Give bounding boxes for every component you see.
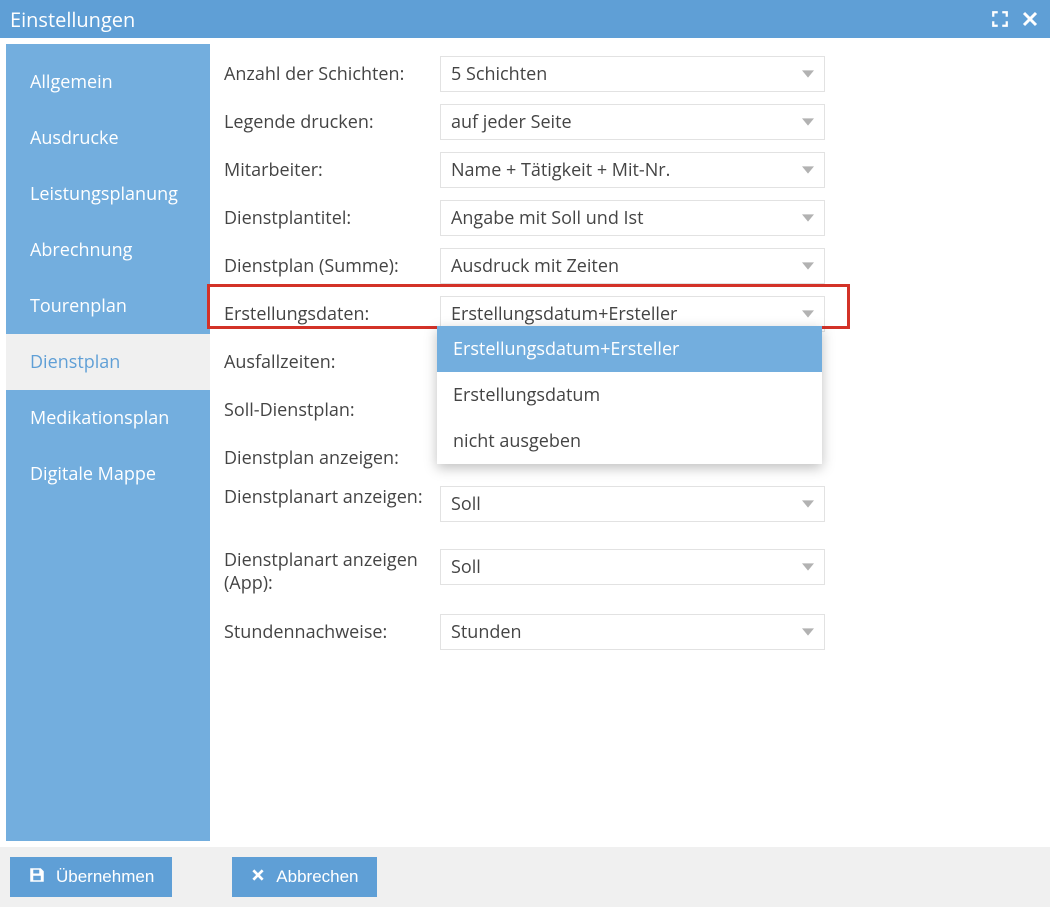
row-dienstplanart-anzeigen-app: Dienstplanart anzeigen (App): Soll — [220, 545, 1034, 608]
chevron-down-icon — [802, 492, 814, 516]
close-icon[interactable] — [1020, 9, 1040, 29]
dropdown-item-label: Erstellungsdatum — [453, 383, 600, 407]
sidebar-item-label: Dienstplan — [30, 350, 120, 374]
dropdown-item[interactable]: nicht ausgeben — [437, 418, 822, 464]
row-mitarbeiter: Mitarbeiter: Name + Tätigkeit + Mit-Nr. — [220, 146, 1034, 194]
row-dienstplantitel: Dienstplantitel: Angabe mit Soll und Ist — [220, 194, 1034, 242]
select-anzahl-schichten[interactable]: 5 Schichten — [440, 56, 825, 92]
sidebar: Allgemein Ausdrucke Leistungsplanung Abr… — [6, 44, 210, 841]
select-value: Soll — [451, 492, 481, 516]
sidebar-item-label: Digitale Mappe — [30, 462, 156, 486]
dropdown-item-label: nicht ausgeben — [453, 429, 581, 453]
cancel-button[interactable]: Abbrechen — [232, 857, 376, 897]
label-anzahl-schichten: Anzahl der Schichten: — [220, 62, 440, 86]
sidebar-item-label: Abrechnung — [30, 238, 132, 262]
save-icon — [28, 866, 46, 889]
select-mitarbeiter[interactable]: Name + Tätigkeit + Mit-Nr. — [440, 152, 825, 188]
select-dienstplantitel[interactable]: Angabe mit Soll und Ist — [440, 200, 825, 236]
label-soll-dienstplan: Soll-Dienstplan: — [220, 398, 440, 422]
select-dienstplan-summe[interactable]: Ausdruck mit Zeiten — [440, 248, 825, 284]
sidebar-item-medikationsplan[interactable]: Medikationsplan — [6, 390, 210, 446]
maximize-icon[interactable] — [990, 9, 1010, 29]
sidebar-item-label: Tourenplan — [30, 294, 127, 318]
label-mitarbeiter: Mitarbeiter: — [220, 158, 440, 182]
chevron-down-icon — [802, 158, 814, 182]
row-dienstplanart-anzeigen: Dienstplanart anzeigen: Soll — [220, 482, 1034, 545]
select-dienstplanart-anzeigen[interactable]: Soll — [440, 486, 825, 522]
label-ausfallzeiten: Ausfallzeiten: — [220, 350, 440, 374]
cancel-button-label: Abbrechen — [276, 867, 358, 887]
chevron-down-icon — [802, 62, 814, 86]
row-stundennachweise: Stundennachweise: Stunden — [220, 608, 1034, 656]
apply-button[interactable]: Übernehmen — [10, 857, 172, 897]
select-stundennachweise[interactable]: Stunden — [440, 614, 825, 650]
settings-window: Einstellungen Allgemein Ausdrucke Leistu… — [0, 0, 1050, 907]
sidebar-item-label: Medikationsplan — [30, 406, 169, 430]
label-dienstplanart-anzeigen-app: Dienstplanart anzeigen (App): — [220, 549, 440, 596]
footer: Übernehmen Abbrechen — [0, 847, 1050, 907]
row-anzahl-schichten: Anzahl der Schichten: 5 Schichten — [220, 50, 1034, 98]
sidebar-item-ausdrucke[interactable]: Ausdrucke — [6, 110, 210, 166]
sidebar-item-leistungsplanung[interactable]: Leistungsplanung — [6, 166, 210, 222]
body-area: Allgemein Ausdrucke Leistungsplanung Abr… — [0, 38, 1050, 847]
select-value: Stunden — [451, 620, 522, 644]
sidebar-item-dienstplan[interactable]: Dienstplan — [6, 334, 210, 390]
sidebar-item-label: Allgemein — [30, 70, 113, 94]
window-title: Einstellungen — [10, 6, 980, 33]
select-value: Angabe mit Soll und Ist — [451, 206, 644, 230]
row-dienstplan-summe: Dienstplan (Summe): Ausdruck mit Zeiten — [220, 242, 1034, 290]
dropdown-item-label: Erstellungsdatum+Ersteller — [453, 337, 679, 361]
sidebar-item-tourenplan[interactable]: Tourenplan — [6, 278, 210, 334]
cancel-icon — [250, 867, 266, 888]
chevron-down-icon — [802, 555, 814, 579]
sidebar-item-label: Ausdrucke — [30, 126, 119, 150]
dropdown-erstellungsdaten: Erstellungsdatum+Ersteller Erstellungsda… — [437, 326, 822, 464]
select-value: Ausdruck mit Zeiten — [451, 254, 619, 278]
sidebar-item-label: Leistungsplanung — [30, 182, 178, 206]
label-legende-drucken: Legende drucken: — [220, 110, 440, 134]
chevron-down-icon — [802, 302, 814, 326]
sidebar-item-digitale-mappe[interactable]: Digitale Mappe — [6, 446, 210, 502]
label-dienstplanart-anzeigen: Dienstplanart anzeigen: — [220, 486, 440, 509]
select-value: 5 Schichten — [451, 62, 547, 86]
chevron-down-icon — [802, 620, 814, 644]
label-dienstplantitel: Dienstplantitel: — [220, 206, 440, 230]
select-value: auf jeder Seite — [451, 110, 572, 134]
main-panel: Anzahl der Schichten: 5 Schichten Legend… — [210, 44, 1044, 841]
select-legende-drucken[interactable]: auf jeder Seite — [440, 104, 825, 140]
chevron-down-icon — [802, 110, 814, 134]
dropdown-item[interactable]: Erstellungsdatum — [437, 372, 822, 418]
label-dienstplan-summe: Dienstplan (Summe): — [220, 254, 440, 278]
row-legende-drucken: Legende drucken: auf jeder Seite — [220, 98, 1034, 146]
select-value: Soll — [451, 555, 481, 579]
label-stundennachweise: Stundennachweise: — [220, 620, 440, 644]
select-value: Erstellungsdatum+Ersteller — [451, 302, 677, 326]
sidebar-item-allgemein[interactable]: Allgemein — [6, 54, 210, 110]
chevron-down-icon — [802, 254, 814, 278]
apply-button-label: Übernehmen — [56, 867, 154, 887]
sidebar-item-abrechnung[interactable]: Abrechnung — [6, 222, 210, 278]
select-dienstplanart-anzeigen-app[interactable]: Soll — [440, 549, 825, 585]
titlebar: Einstellungen — [0, 0, 1050, 38]
select-value: Name + Tätigkeit + Mit-Nr. — [451, 158, 670, 182]
label-dienstplan-anzeigen: Dienstplan anzeigen: — [220, 446, 440, 470]
dropdown-item[interactable]: Erstellungsdatum+Ersteller — [437, 326, 822, 372]
label-erstellungsdaten: Erstellungsdaten: — [220, 302, 440, 326]
chevron-down-icon — [802, 206, 814, 230]
